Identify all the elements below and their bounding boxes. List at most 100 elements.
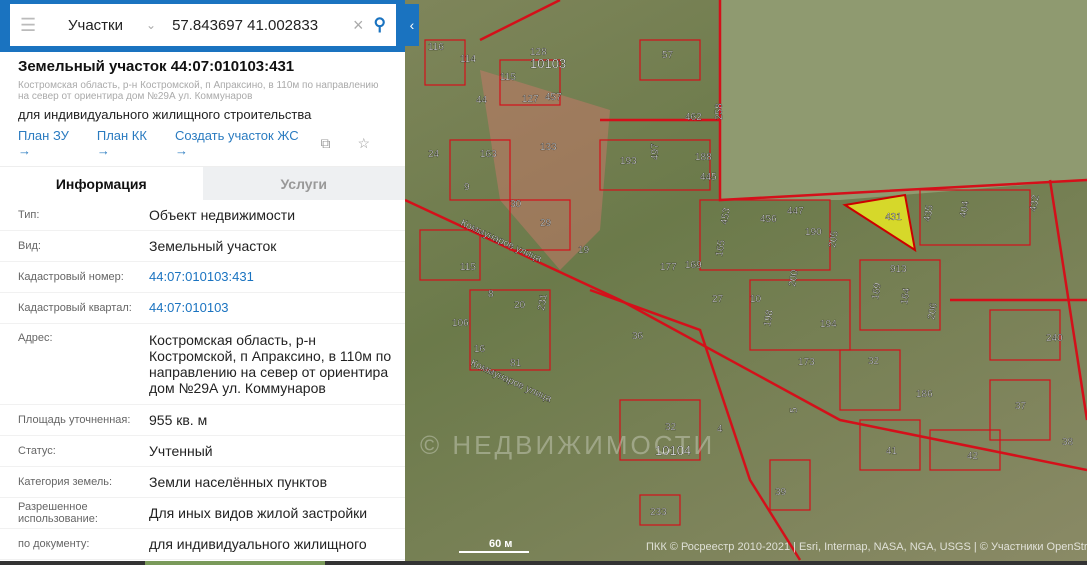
info-row-label: по документу:: [18, 538, 90, 550]
parcel-label[interactable]: 127: [522, 94, 539, 105]
search-on-map-icon[interactable]: ⧉: [320, 135, 330, 152]
info-row-label: Разрешенное использование:: [18, 501, 98, 525]
parcel-label[interactable]: 233: [650, 507, 667, 518]
star-icon[interactable]: ☆: [357, 135, 370, 152]
parcel-label[interactable]: 5: [789, 407, 800, 413]
parcel-label[interactable]: 116: [428, 42, 445, 53]
parcel-label[interactable]: 240: [1046, 333, 1063, 344]
parcel-purpose: для индивидуального жилищного строительс…: [18, 107, 312, 122]
search-input[interactable]: 57.843697 41.002833: [172, 17, 353, 34]
parcel-label[interactable]: 39: [775, 487, 787, 498]
parcel-label[interactable]: 456: [760, 214, 777, 225]
plan-kk-link[interactable]: План КК →: [97, 128, 158, 158]
info-row-value[interactable]: 44:07:010103: [149, 300, 393, 316]
info-row-value: Земли населённых пунктов: [149, 474, 328, 490]
parcel-label[interactable]: 30: [510, 199, 522, 210]
info-panel: ☰ Участки ⌄ 57.843697 41.002833 × ⚲ Земе…: [0, 0, 405, 565]
info-row-value: Костромская область, р-н Костромской, п …: [149, 332, 392, 396]
menu-icon[interactable]: ☰: [20, 15, 40, 36]
parcel-label[interactable]: 41: [886, 446, 898, 457]
parcel-label[interactable]: 9: [464, 182, 470, 193]
parcel-label[interactable]: 37: [1015, 401, 1027, 412]
info-row: по документу: для индивидуального жилищно…: [0, 529, 405, 560]
parcel-label[interactable]: 81: [510, 358, 522, 369]
parcel-label[interactable]: 115: [460, 262, 477, 273]
info-row-value: Земельный участок: [149, 238, 277, 254]
parcel-label[interactable]: 186: [916, 389, 933, 400]
info-row: Адрес: Костромская область, р-н Костромск…: [0, 324, 405, 405]
parcel-label[interactable]: 42: [967, 451, 979, 462]
parcel-label[interactable]: 19: [578, 245, 590, 256]
tab-services[interactable]: Услуги: [202, 167, 405, 200]
info-row-label: Вид:: [18, 240, 41, 252]
parcel-label[interactable]: 106: [452, 318, 469, 329]
info-row-value: Объект недвижимости: [149, 207, 296, 223]
parcel-label[interactable]: 258: [714, 103, 725, 120]
parcel-label[interactable]: 190: [805, 227, 822, 238]
parcel-label[interactable]: 133: [540, 142, 557, 153]
map-attribution: ПКК © Росреестр 2010-2021 | Esri, Interm…: [646, 541, 1087, 553]
info-row-value[interactable]: 44:07:010103:431: [149, 269, 393, 285]
info-row-label: Кадастровый квартал:: [18, 302, 132, 314]
bottom-bar: [0, 561, 1087, 565]
parcel-label[interactable]: 913: [890, 264, 907, 275]
tab-info[interactable]: Информация: [0, 167, 203, 200]
parcel-label[interactable]: 16: [474, 344, 486, 355]
search-icon[interactable]: ⚲: [374, 15, 386, 35]
parcel-label[interactable]: 457: [545, 92, 562, 103]
parcel-label[interactable]: 29: [540, 218, 552, 229]
parcel-label[interactable]: 20: [514, 300, 526, 311]
info-row-label: Площадь уточненная:: [18, 414, 131, 426]
parcel-label[interactable]: 4: [717, 424, 723, 435]
parcel-label[interactable]: 57: [662, 50, 674, 61]
clear-icon[interactable]: ×: [353, 15, 364, 36]
info-row-value: 955 кв. м: [149, 412, 208, 428]
parcel-label[interactable]: 10: [750, 294, 762, 305]
info-row-label: Кадастровый номер:: [18, 271, 124, 283]
parcel-label[interactable]: 177: [660, 262, 677, 273]
parcel-label[interactable]: 193: [620, 156, 637, 167]
top-bar: ☰ Участки ⌄ 57.843697 41.002833 × ⚲: [0, 0, 405, 52]
info-row: Вид: Земельный участок: [0, 231, 405, 262]
info-row: Площадь уточненная: 955 кв. м: [0, 405, 405, 436]
info-row-label: Категория земель:: [18, 476, 113, 488]
parcel-label[interactable]: 163: [480, 149, 497, 160]
collapse-panel-button[interactable]: ‹: [405, 4, 419, 46]
parcel-label[interactable]: 169: [685, 260, 702, 271]
parcel-label[interactable]: 462: [685, 112, 702, 123]
info-row: Тип: Объект недвижимости: [0, 200, 405, 231]
parcel-label[interactable]: 36: [632, 331, 644, 342]
parcel-label[interactable]: 431: [885, 212, 902, 223]
search-bar: ☰ Участки ⌄ 57.843697 41.002833 × ⚲: [10, 4, 396, 46]
parcel-label[interactable]: 114: [460, 54, 477, 65]
parcel-label[interactable]: 497: [650, 143, 661, 160]
parcel-label[interactable]: 8: [488, 289, 494, 300]
info-row: Разрешенное использование: Для иных видов…: [0, 498, 405, 529]
info-row: Кадастровый номер: 44:07:010103:431: [0, 262, 405, 293]
parcel-label[interactable]: 44: [476, 95, 488, 106]
parcel-label[interactable]: 445: [700, 172, 717, 183]
info-row-value: для индивидуального жилищного: [149, 536, 367, 552]
parcel-label[interactable]: 32: [868, 356, 880, 367]
info-row-label: Тип:: [18, 209, 40, 221]
info-row-value: Учтенный: [149, 443, 213, 459]
parcel-label[interactable]: 173: [798, 357, 815, 368]
parcel-label[interactable]: 27: [712, 294, 724, 305]
parcel-label[interactable]: 10103: [530, 56, 566, 71]
parcel-label[interactable]: 188: [695, 152, 712, 163]
info-row-label: Статус:: [18, 445, 56, 457]
parcel-label[interactable]: 194: [820, 319, 837, 330]
parcel-title: Земельный участок 44:07:010103:431: [18, 58, 295, 75]
info-row: Кадастровый квартал: 44:07:010103: [0, 293, 405, 324]
create-parcel-link[interactable]: Создать участок ЖС →: [175, 128, 303, 158]
scale-bar: 60 м: [459, 538, 529, 553]
layer-select[interactable]: Участки: [68, 17, 146, 34]
info-row-label: Адрес:: [18, 332, 53, 344]
chevron-down-icon[interactable]: ⌄: [146, 18, 156, 32]
parcel-label[interactable]: 115: [500, 72, 517, 83]
watermark: © НЕДВИЖИМОСТИ: [420, 430, 716, 460]
parcel-label[interactable]: 38: [1062, 437, 1074, 448]
plan-zu-link[interactable]: План ЗУ →: [18, 128, 80, 158]
parcel-label[interactable]: 447: [787, 206, 804, 217]
parcel-label[interactable]: 24: [428, 149, 440, 160]
